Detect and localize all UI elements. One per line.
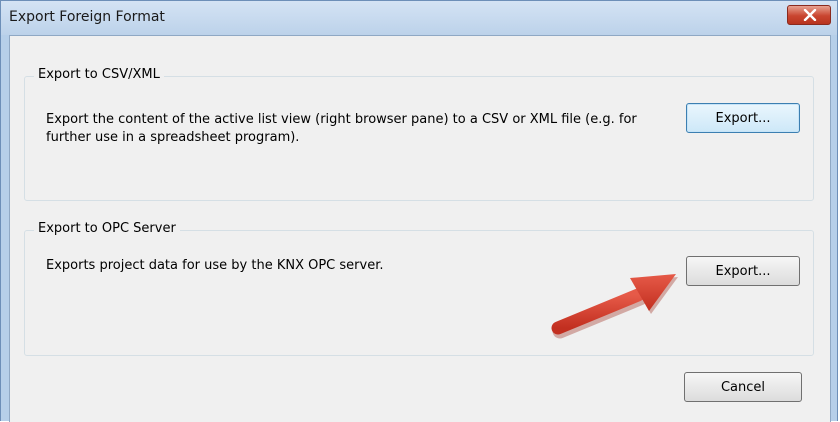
close-button[interactable] xyxy=(787,5,831,25)
opc-server-group: Export to OPC Server Exports project dat… xyxy=(24,221,814,356)
dialog-window: Export Foreign Format xyxy=(0,0,838,422)
export-opc-button[interactable]: Export... xyxy=(686,256,800,286)
csv-xml-group: Export to CSV/XML Export the content of … xyxy=(24,67,814,201)
title-bar[interactable]: Export Foreign Format xyxy=(1,1,837,35)
csv-xml-group-legend: Export to CSV/XML xyxy=(34,67,164,82)
window-title: Export Foreign Format xyxy=(9,9,165,25)
csv-xml-description: Export the content of the active list vi… xyxy=(46,112,637,145)
cancel-button[interactable]: Cancel xyxy=(684,372,802,402)
close-icon xyxy=(803,9,817,21)
export-csv-button[interactable]: Export... xyxy=(686,103,800,133)
opc-server-group-legend: Export to OPC Server xyxy=(34,221,180,236)
red-arrow-icon xyxy=(551,274,678,339)
